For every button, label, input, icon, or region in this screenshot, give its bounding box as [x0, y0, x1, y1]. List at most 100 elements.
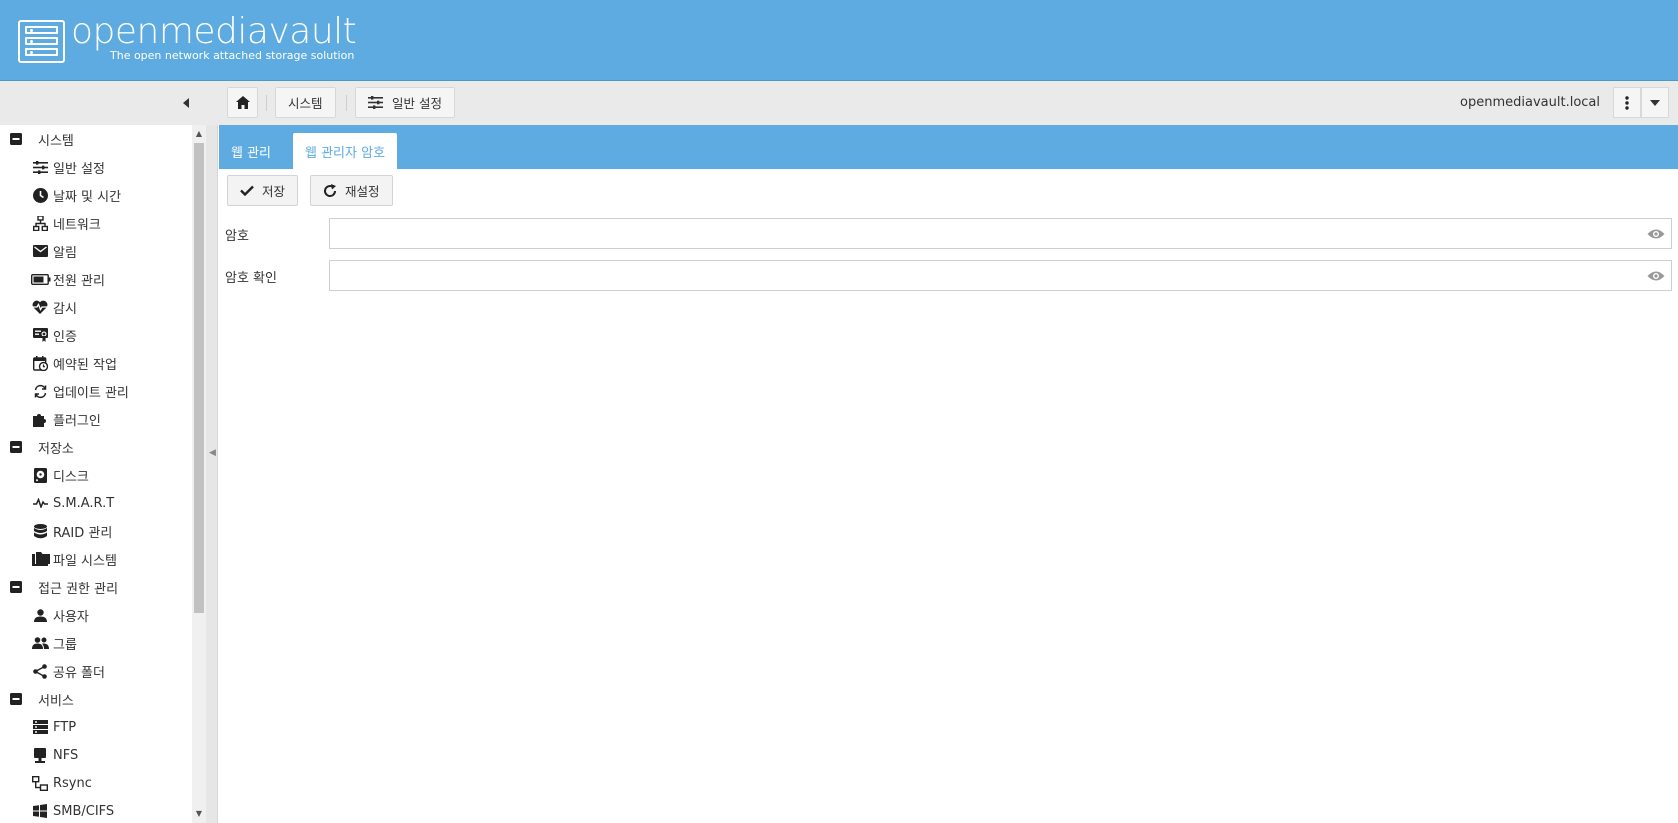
sidebar-item-label: 인증: [53, 329, 77, 345]
tab-label: 웹 관리: [231, 145, 272, 161]
sidebar-splitter[interactable]: ◀: [206, 125, 218, 823]
scroll-down-arrow-icon[interactable]: ▼: [194, 809, 204, 819]
sidebar-group-label: 저장소: [38, 441, 74, 457]
kebab-menu-icon: [1625, 95, 1629, 110]
sidebar-item-groups[interactable]: 그룹: [0, 629, 190, 657]
scrollbar-thumb[interactable]: [194, 143, 204, 613]
password-input[interactable]: [330, 219, 1671, 248]
sidebar-item-label: RAID 관리: [53, 525, 113, 541]
sidebar-item-network[interactable]: 네트워크: [0, 209, 190, 237]
check-icon: [240, 185, 254, 196]
user-icon: [30, 605, 50, 625]
sidebar-item-date-time[interactable]: 날짜 및 시간: [0, 181, 190, 209]
sidebar-item-ftp[interactable]: FTP: [0, 713, 190, 741]
save-button[interactable]: 저장: [227, 175, 299, 206]
database-icon: [30, 521, 50, 541]
reset-button[interactable]: 재설정: [310, 175, 393, 206]
breadcrumb-home[interactable]: [227, 87, 258, 118]
caret-down-icon: [1650, 99, 1660, 106]
sidebar-group-system[interactable]: 시스템: [0, 125, 190, 153]
sidebar-item-label: 감시: [53, 301, 77, 317]
sidebar-collapse-button[interactable]: [178, 93, 196, 113]
sidebar-nav: 시스템 일반 설정 날짜 및 시간 네트워크 알림 전원 관리 감시 인증 예약…: [0, 125, 192, 823]
save-button-label: 저장: [262, 184, 286, 199]
breadcrumb-general-settings-label: 일반 설정: [392, 96, 442, 111]
minus-square-icon: [6, 689, 26, 709]
sidebar-item-label: 날짜 및 시간: [53, 189, 122, 205]
users-icon: [30, 633, 50, 653]
sidebar-item-notifications[interactable]: 알림: [0, 237, 190, 265]
eye-icon[interactable]: [1647, 269, 1665, 283]
sidebar-item-general-settings[interactable]: 일반 설정: [0, 153, 190, 181]
sidebar-item-monitoring[interactable]: 감시: [0, 293, 190, 321]
monitor-icon: [30, 745, 50, 765]
confirm-password-field[interactable]: [329, 260, 1672, 291]
sidebar-item-update-management[interactable]: 업데이트 관리: [0, 377, 190, 405]
reset-button-label: 재설정: [345, 184, 380, 199]
logo-text: openmediavault: [71, 11, 357, 52]
breadcrumb-separator: [346, 95, 347, 111]
sliders-icon: [368, 96, 383, 109]
tab-web-admin-password[interactable]: 웹 관리자 암호: [293, 133, 398, 169]
sidebar-item-file-systems[interactable]: 파일 시스템: [0, 545, 190, 573]
share-icon: [30, 661, 50, 681]
sidebar-item-certificates[interactable]: 인증: [0, 321, 190, 349]
certificate-icon: [30, 325, 50, 345]
breadcrumb-general-settings[interactable]: 일반 설정: [355, 87, 455, 118]
sidebar-group-storage[interactable]: 저장소: [0, 433, 190, 461]
sidebar-item-disks[interactable]: 디스크: [0, 461, 190, 489]
user-dropdown-button[interactable]: [1641, 87, 1669, 118]
sidebar-item-label: 디스크: [53, 469, 89, 485]
sidebar-group-access-rights[interactable]: 접근 권한 관리: [0, 573, 190, 601]
sidebar-group-services[interactable]: 서비스: [0, 685, 190, 713]
confirm-password-input[interactable]: [330, 261, 1671, 290]
scroll-up-arrow-icon[interactable]: ▲: [194, 129, 204, 139]
sidebar-item-label: 알림: [53, 245, 77, 261]
password-field[interactable]: [329, 218, 1672, 249]
sidebar-item-users[interactable]: 사용자: [0, 601, 190, 629]
tab-web-administration[interactable]: 웹 관리: [219, 133, 283, 169]
sync-network-icon: [30, 773, 50, 793]
sidebar-item-shared-folders[interactable]: 공유 폴더: [0, 657, 190, 685]
harddisk-icon: [30, 465, 50, 485]
sidebar-item-label: 업데이트 관리: [53, 385, 129, 401]
sliders-icon: [30, 157, 50, 177]
sidebar-item-scheduled-tasks[interactable]: 예약된 작업: [0, 349, 190, 377]
puzzle-icon: [30, 409, 50, 429]
breadcrumb-system[interactable]: 시스템: [275, 87, 336, 118]
home-icon: [235, 96, 250, 109]
confirm-password-label: 암호 확인: [225, 271, 277, 286]
sidebar-item-smb-cifs[interactable]: SMB/CIFS: [0, 797, 190, 823]
caret-left-icon: [183, 98, 189, 108]
sidebar-item-label: 일반 설정: [53, 161, 105, 177]
sidebar-item-smart[interactable]: S.M.A.R.T: [0, 489, 190, 517]
folders-icon: [30, 549, 52, 569]
kebab-menu-button[interactable]: [1613, 87, 1641, 118]
main-content: 웹 관리 웹 관리자 암호 저장 재설정 암호 암호 확인: [219, 125, 1678, 823]
sidebar-item-label: SMB/CIFS: [53, 803, 115, 819]
sidebar-item-label: 플러그인: [53, 413, 101, 429]
sidebar-item-power-management[interactable]: 전원 관리: [0, 265, 190, 293]
network-icon: [30, 213, 50, 233]
minus-square-icon: [6, 577, 26, 597]
tab-label: 웹 관리자 암호: [305, 145, 386, 161]
eye-icon[interactable]: [1647, 227, 1665, 241]
minus-square-icon: [6, 437, 26, 457]
sidebar-item-label: 전원 관리: [53, 273, 105, 289]
calendar-clock-icon: [30, 353, 50, 373]
splitter-grip-icon: ◀: [209, 448, 216, 458]
sidebar-scrollbar[interactable]: ▲ ▼: [192, 125, 206, 823]
sidebar-item-raid-management[interactable]: RAID 관리: [0, 517, 190, 545]
pulse-icon: [30, 493, 50, 513]
sidebar-group-label: 접근 권한 관리: [38, 581, 119, 597]
battery-icon: [30, 269, 52, 289]
sidebar-item-label: 파일 시스템: [53, 553, 117, 569]
breadcrumb-system-label: 시스템: [288, 96, 323, 111]
sidebar-item-nfs[interactable]: NFS: [0, 741, 190, 769]
app-header: openmediavault The open network attached…: [0, 0, 1678, 81]
sidebar-item-plugins[interactable]: 플러그인: [0, 405, 190, 433]
windows-icon: [30, 801, 50, 821]
top-toolbar: 시스템 일반 설정 openmediavault.local: [0, 81, 1678, 125]
sidebar-item-rsync[interactable]: Rsync: [0, 769, 190, 797]
clock-icon: [30, 185, 50, 205]
